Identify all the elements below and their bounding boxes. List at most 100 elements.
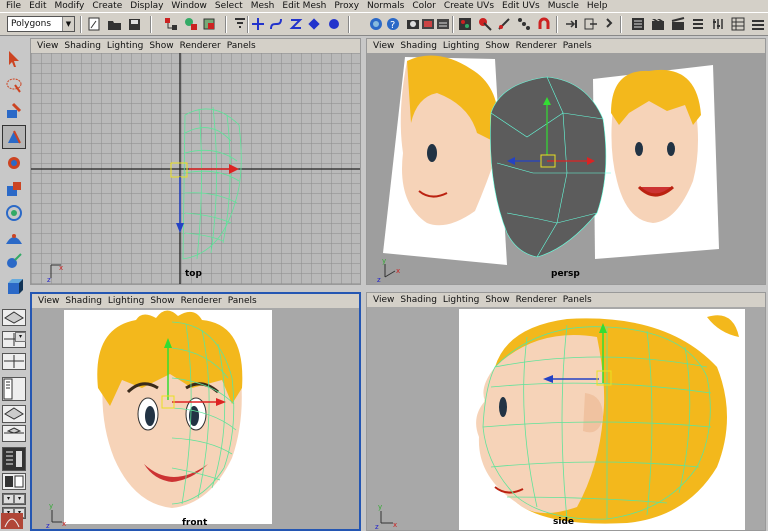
menu-proxy[interactable]: Proxy bbox=[331, 0, 364, 12]
panel-menu-show[interactable]: Show bbox=[482, 39, 512, 53]
select-hierarchy-icon[interactable] bbox=[163, 16, 179, 32]
menu-select[interactable]: Select bbox=[212, 0, 248, 12]
connection-icon[interactable] bbox=[496, 16, 512, 32]
viewport-canvas[interactable]: y z x front bbox=[32, 308, 359, 529]
viewport-persp[interactable]: View Shading Lighting Show Renderer Pane… bbox=[366, 38, 766, 285]
panel-menu-panels[interactable]: Panels bbox=[560, 39, 595, 53]
channel-box-icon[interactable] bbox=[630, 16, 646, 32]
menu-help[interactable]: Help bbox=[584, 0, 613, 12]
magnet-icon[interactable] bbox=[536, 16, 552, 32]
panel-menu-show[interactable]: Show bbox=[482, 293, 512, 307]
viewport-side[interactable]: View Shading Lighting Show Renderer Pane… bbox=[366, 292, 766, 531]
panel-menu-lighting[interactable]: Lighting bbox=[105, 294, 147, 308]
select-object-icon[interactable] bbox=[183, 16, 199, 32]
select-component-icon[interactable] bbox=[201, 16, 217, 32]
panel-menu-renderer[interactable]: Renderer bbox=[178, 294, 225, 308]
menu-color[interactable]: Color bbox=[409, 0, 441, 12]
layout-graph-editor[interactable] bbox=[2, 473, 26, 490]
universal-manipulator-icon[interactable] bbox=[2, 201, 26, 225]
menu-create-uvs[interactable]: Create UVs bbox=[441, 0, 499, 12]
menu-set-dropdown[interactable]: Polygons ▼ bbox=[7, 16, 75, 32]
render-view-icon[interactable] bbox=[650, 16, 666, 32]
menu-normals[interactable]: Normals bbox=[364, 0, 409, 12]
viewport-canvas[interactable]: y z x side bbox=[367, 307, 765, 530]
menu-muscle[interactable]: Muscle bbox=[545, 0, 584, 12]
paint-select-tool-icon[interactable] bbox=[2, 99, 26, 123]
render-settings-icon[interactable] bbox=[435, 16, 451, 32]
tool-settings-icon[interactable] bbox=[710, 16, 726, 32]
viewport-front[interactable]: View Shading Lighting Show Renderer Pane… bbox=[30, 292, 361, 531]
scale-tool-icon[interactable] bbox=[2, 177, 26, 201]
panel-menu-renderer[interactable]: Renderer bbox=[513, 39, 560, 53]
layout-four-view-alt[interactable] bbox=[2, 353, 26, 370]
panel-menu-view[interactable]: View bbox=[35, 294, 62, 308]
panel-menu-lighting[interactable]: Lighting bbox=[104, 39, 146, 53]
make-live-icon[interactable] bbox=[326, 16, 342, 32]
menu-file[interactable]: File bbox=[3, 0, 26, 12]
panel-menu-renderer[interactable]: Renderer bbox=[177, 39, 224, 53]
layout-dropdown-1[interactable]: ▾ ▾ bbox=[2, 493, 26, 505]
menu-window[interactable]: Window bbox=[168, 0, 212, 12]
layout-hypershade-persp[interactable] bbox=[2, 425, 26, 442]
panel-menu-renderer[interactable]: Renderer bbox=[513, 293, 560, 307]
help-line-icon[interactable]: ? bbox=[385, 16, 401, 32]
chevron-down-icon[interactable]: ▾ bbox=[15, 332, 26, 342]
ipr-render-icon[interactable] bbox=[420, 16, 436, 32]
panel-menu-panels[interactable]: Panels bbox=[560, 293, 595, 307]
move-tool-icon[interactable] bbox=[2, 125, 26, 149]
render-icon[interactable] bbox=[405, 16, 421, 32]
menu-edit[interactable]: Edit bbox=[26, 0, 51, 12]
new-scene-icon[interactable] bbox=[86, 16, 102, 32]
panel-menu-panels[interactable]: Panels bbox=[225, 294, 260, 308]
input-icon[interactable] bbox=[563, 16, 579, 32]
layout-four-view[interactable]: ▾ bbox=[2, 331, 26, 348]
viewport-top[interactable]: View Shading Lighting Show Renderer Pane… bbox=[30, 38, 361, 285]
panel-menu-shading[interactable]: Shading bbox=[62, 294, 105, 308]
panel-menu-view[interactable]: View bbox=[370, 39, 397, 53]
panel-menu-shading[interactable]: Shading bbox=[397, 293, 440, 307]
panel-menu-lighting[interactable]: Lighting bbox=[440, 39, 482, 53]
toggle-icon[interactable] bbox=[603, 16, 619, 32]
viewport-canvas[interactable]: z x top bbox=[31, 53, 360, 284]
soft-modification-icon[interactable] bbox=[2, 225, 26, 249]
layout-outliner-perspective[interactable] bbox=[2, 377, 26, 401]
panel-menu-show[interactable]: Show bbox=[147, 294, 177, 308]
hypershade-icon[interactable] bbox=[457, 16, 473, 32]
lasso-tool-icon[interactable] bbox=[2, 73, 26, 97]
panel-menu-lighting[interactable]: Lighting bbox=[440, 293, 482, 307]
panel-menu-show[interactable]: Show bbox=[146, 39, 176, 53]
snap-point-icon[interactable] bbox=[288, 16, 304, 32]
menu-edit-uvs[interactable]: Edit UVs bbox=[499, 0, 545, 12]
filter-icon[interactable] bbox=[232, 16, 248, 32]
panel-menu-shading[interactable]: Shading bbox=[61, 39, 104, 53]
viewport-canvas[interactable]: z y x persp bbox=[367, 53, 765, 284]
panel-menu-shading[interactable]: Shading bbox=[397, 39, 440, 53]
last-tool-icon[interactable] bbox=[2, 275, 26, 299]
attribute-editor-icon[interactable] bbox=[690, 16, 706, 32]
rotate-tool-icon[interactable] bbox=[2, 151, 26, 175]
menu-modify[interactable]: Modify bbox=[52, 0, 90, 12]
show-manipulator-icon[interactable] bbox=[2, 249, 26, 273]
panel-menu-view[interactable]: View bbox=[34, 39, 61, 53]
layout-channel-box[interactable] bbox=[2, 447, 26, 471]
snap-grid-icon[interactable] bbox=[250, 16, 266, 32]
xray-icon[interactable] bbox=[477, 16, 493, 32]
graph-icon[interactable] bbox=[516, 16, 532, 32]
menu-mesh[interactable]: Mesh bbox=[248, 0, 280, 12]
panel-menu-view[interactable]: View bbox=[370, 293, 397, 307]
chevron-down-icon[interactable]: ▾ bbox=[3, 494, 14, 504]
layers-icon[interactable] bbox=[750, 16, 766, 32]
select-tool-icon[interactable] bbox=[2, 47, 26, 71]
open-scene-icon[interactable] bbox=[106, 16, 122, 32]
layout-single-perspective[interactable] bbox=[2, 309, 26, 326]
panel-menu-panels[interactable]: Panels bbox=[224, 39, 259, 53]
history-icon[interactable] bbox=[368, 16, 384, 32]
save-scene-icon[interactable] bbox=[126, 16, 142, 32]
output-icon[interactable] bbox=[583, 16, 599, 32]
layout-perspective-graph[interactable] bbox=[2, 405, 26, 423]
menu-create[interactable]: Create bbox=[89, 0, 127, 12]
clapboard-icon[interactable] bbox=[670, 16, 686, 32]
menu-display[interactable]: Display bbox=[127, 0, 168, 12]
snap-curve-icon[interactable] bbox=[268, 16, 284, 32]
channels-icon[interactable] bbox=[730, 16, 746, 32]
